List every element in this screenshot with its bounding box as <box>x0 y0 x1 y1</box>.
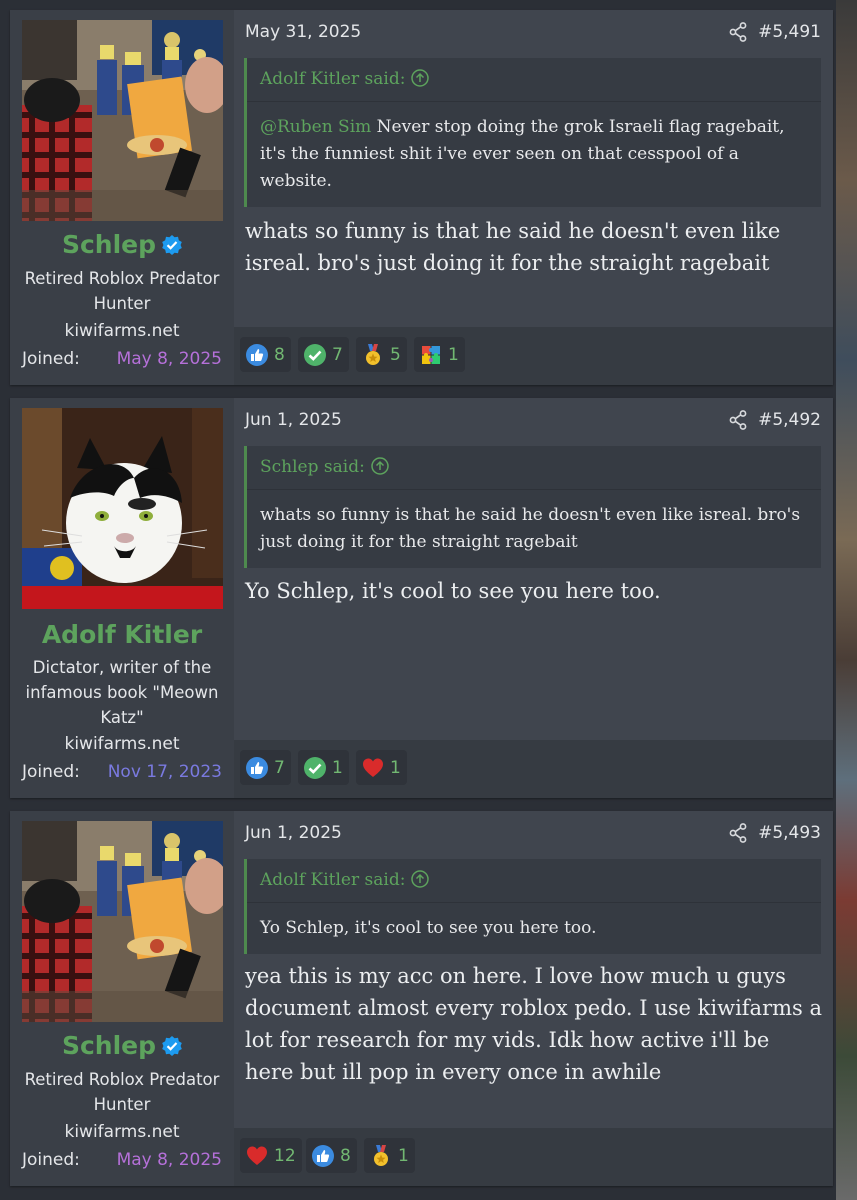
joined-date: May 8, 2025 <box>116 349 222 369</box>
reaction-agree[interactable]: 7 <box>298 337 349 372</box>
reaction-winner[interactable]: 5 <box>356 337 407 372</box>
user-info: Schlep Retired Roblox Predator Hunter ki… <box>10 811 234 1186</box>
quote-text: whats so funny is that he said he doesn'… <box>247 490 821 568</box>
post-number[interactable]: #5,493 <box>758 823 821 843</box>
post: Schlep Retired Roblox Predator Hunter ki… <box>10 10 833 385</box>
medal-icon <box>374 1144 388 1166</box>
username-link[interactable]: Schlep <box>62 1031 156 1060</box>
like-icon <box>246 756 268 779</box>
quote-block: Adolf Kitler said: @Ruben Sim Never stop… <box>244 58 821 207</box>
avatar[interactable] <box>22 408 223 609</box>
reaction-count: 12 <box>274 1145 296 1166</box>
reaction-like[interactable]: 8 <box>240 337 291 372</box>
reactions-bar: 7 1 1 <box>234 740 833 798</box>
username-link[interactable]: Adolf Kitler <box>42 620 202 649</box>
joined-label: Joined: <box>22 349 80 369</box>
joined-date: Nov 17, 2023 <box>107 762 222 782</box>
jump-up-icon[interactable] <box>411 870 430 888</box>
jump-up-icon[interactable] <box>411 69 430 87</box>
username[interactable]: Schlep <box>10 1031 234 1060</box>
quote-text: Yo Schlep, it's cool to see you here too… <box>247 903 821 954</box>
post: Adolf Kitler Dictator, writer of the inf… <box>10 398 833 798</box>
post-number[interactable]: #5,491 <box>758 22 821 42</box>
like-icon <box>312 1144 334 1167</box>
post-date[interactable]: Jun 1, 2025 <box>245 410 342 430</box>
user-title: Retired Roblox Predator Hunter <box>24 269 220 313</box>
quote-text: @Ruben Sim Never stop doing the grok Isr… <box>247 102 821 207</box>
user-mention[interactable]: @Ruben Sim <box>260 117 371 137</box>
reaction-love[interactable]: 12 <box>240 1138 302 1173</box>
reactions-bar: 12 8 1 <box>234 1128 833 1186</box>
post-body: whats so funny is that he said he doesn'… <box>245 219 781 275</box>
username-link[interactable]: Schlep <box>62 230 156 259</box>
reaction-like[interactable]: 7 <box>240 750 291 785</box>
reaction-count: 8 <box>340 1145 351 1166</box>
medal-icon <box>366 343 380 365</box>
user-info: Schlep Retired Roblox Predator Hunter ki… <box>10 10 234 385</box>
quote-header[interactable]: Adolf Kitler said: <box>247 859 821 903</box>
quote-author[interactable]: Schlep said: <box>260 457 365 477</box>
share-icon[interactable] <box>729 823 747 843</box>
heart-icon <box>247 1146 267 1165</box>
quote-content: Yo Schlep, it's cool to see you here too… <box>260 918 597 938</box>
user-site: kiwifarms.net <box>64 734 180 754</box>
joined-date: May 8, 2025 <box>116 1150 222 1170</box>
user-site: kiwifarms.net <box>64 321 180 341</box>
check-icon <box>304 756 326 779</box>
share-icon[interactable] <box>729 22 747 42</box>
quote-header[interactable]: Adolf Kitler said: <box>247 58 821 102</box>
reaction-count: 1 <box>390 757 401 778</box>
reaction-count: 1 <box>332 757 343 778</box>
verified-badge-icon <box>162 1036 182 1056</box>
reaction-count: 8 <box>274 344 285 365</box>
check-icon <box>304 343 326 366</box>
share-icon[interactable] <box>729 410 747 430</box>
avatar[interactable] <box>22 821 223 1022</box>
quote-author[interactable]: Adolf Kitler said: <box>260 69 405 89</box>
quote-block: Schlep said: whats so funny is that he s… <box>244 446 821 568</box>
reaction-count: 1 <box>448 344 459 365</box>
reaction-count: 7 <box>332 344 343 365</box>
username[interactable]: Adolf Kitler <box>10 620 234 649</box>
quote-header[interactable]: Schlep said: <box>247 446 821 490</box>
reaction-count: 5 <box>390 344 401 365</box>
reaction-count: 7 <box>274 757 285 778</box>
reactions-bar: 8 7 5 1 <box>234 327 833 385</box>
autism-puzzle-icon <box>422 345 440 364</box>
username[interactable]: Schlep <box>10 230 234 259</box>
post-date[interactable]: Jun 1, 2025 <box>245 823 342 843</box>
post-main: Jun 1, 2025 #5,493 Adolf Kitler said: Yo… <box>234 811 833 1186</box>
post-main: Jun 1, 2025 #5,492 Schlep said: whats so… <box>234 398 833 798</box>
heart-icon <box>363 758 383 777</box>
reaction-winner[interactable]: 1 <box>364 1138 415 1173</box>
user-title: Retired Roblox Predator Hunter <box>24 1070 220 1114</box>
post-body: Yo Schlep, it's cool to see you here too… <box>245 579 661 603</box>
user-site: kiwifarms.net <box>64 1122 180 1142</box>
post: Schlep Retired Roblox Predator Hunter ki… <box>10 811 833 1186</box>
reaction-love[interactable]: 1 <box>356 750 407 785</box>
user-info: Adolf Kitler Dictator, writer of the inf… <box>10 398 234 798</box>
post-number[interactable]: #5,492 <box>758 410 821 430</box>
quote-content: whats so funny is that he said he doesn'… <box>260 505 801 552</box>
verified-badge-icon <box>162 235 182 255</box>
joined-label: Joined: <box>22 1150 80 1170</box>
reaction-count: 1 <box>398 1145 409 1166</box>
quote-block: Adolf Kitler said: Yo Schlep, it's cool … <box>244 859 821 954</box>
avatar[interactable] <box>22 20 223 221</box>
user-title: Dictator, writer of the infamous book "M… <box>25 658 219 727</box>
post-date[interactable]: May 31, 2025 <box>245 22 361 42</box>
like-icon <box>246 343 268 366</box>
post-body: yea this is my acc on here. I love how m… <box>245 964 822 1084</box>
background-strip <box>836 0 857 1200</box>
post-main: May 31, 2025 #5,491 Adolf Kitler said: @… <box>234 10 833 385</box>
reaction-autistic[interactable]: 1 <box>414 337 465 372</box>
joined-label: Joined: <box>22 762 80 782</box>
reaction-agree[interactable]: 1 <box>298 750 349 785</box>
jump-up-icon[interactable] <box>371 457 389 475</box>
quote-author[interactable]: Adolf Kitler said: <box>260 870 405 890</box>
reaction-like[interactable]: 8 <box>306 1138 357 1173</box>
